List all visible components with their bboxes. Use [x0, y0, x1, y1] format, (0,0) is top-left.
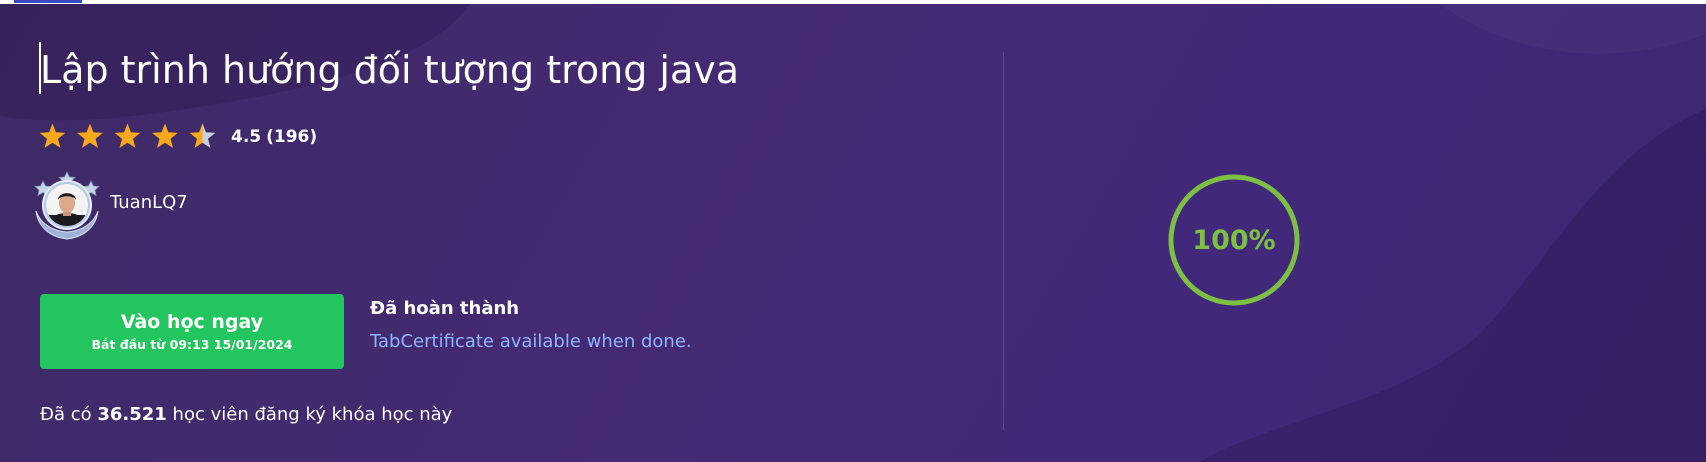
rating-stars: [39, 123, 216, 148]
course-rating: 4.5 (196): [39, 122, 317, 152]
top-bar-accent: [14, 0, 82, 3]
enrollment-count: Đã có 36.521 học viên đăng ký khóa học n…: [40, 400, 452, 430]
author-name[interactable]: TuanLQ7: [110, 192, 188, 213]
progress-indicator: 100%: [1164, 170, 1304, 310]
enrollment-number: 36.521: [97, 404, 167, 425]
star-icon: [114, 123, 141, 148]
certificate-link[interactable]: TabCertificate available when done.: [370, 324, 692, 360]
progress-percent: 100%: [1192, 224, 1276, 256]
vertical-divider: [1003, 52, 1004, 430]
enrollment-suffix: học viên đăng ký khóa học này: [172, 404, 453, 425]
course-author[interactable]: TuanLQ7: [30, 171, 188, 245]
star-icon: [39, 123, 66, 148]
star-icon: [189, 123, 216, 148]
star-icon: [77, 123, 103, 148]
enrollment-prefix: Đã có: [40, 404, 92, 425]
completion-label: Đã hoàn thành: [370, 298, 520, 319]
text-caret: [39, 42, 41, 94]
star-icon: [152, 123, 178, 148]
start-learning-button[interactable]: Vào học ngay Bắt đầu từ 09:13 15/01/2024: [40, 294, 344, 369]
author-avatar[interactable]: [30, 171, 104, 245]
course-hero: Lập trình hướng đối tượng trong java 4.5…: [0, 4, 1706, 462]
course-title: Lập trình hướng đối tượng trong java: [40, 48, 740, 92]
completion-status: Đã hoàn thành TabCertificate available w…: [370, 294, 692, 360]
rating-value: 4.5: [231, 127, 262, 147]
start-time-text: Bắt đầu từ 09:13 15/01/2024: [91, 336, 293, 352]
rating-count: (196): [266, 127, 318, 147]
start-learning-label: Vào học ngay: [120, 310, 264, 333]
